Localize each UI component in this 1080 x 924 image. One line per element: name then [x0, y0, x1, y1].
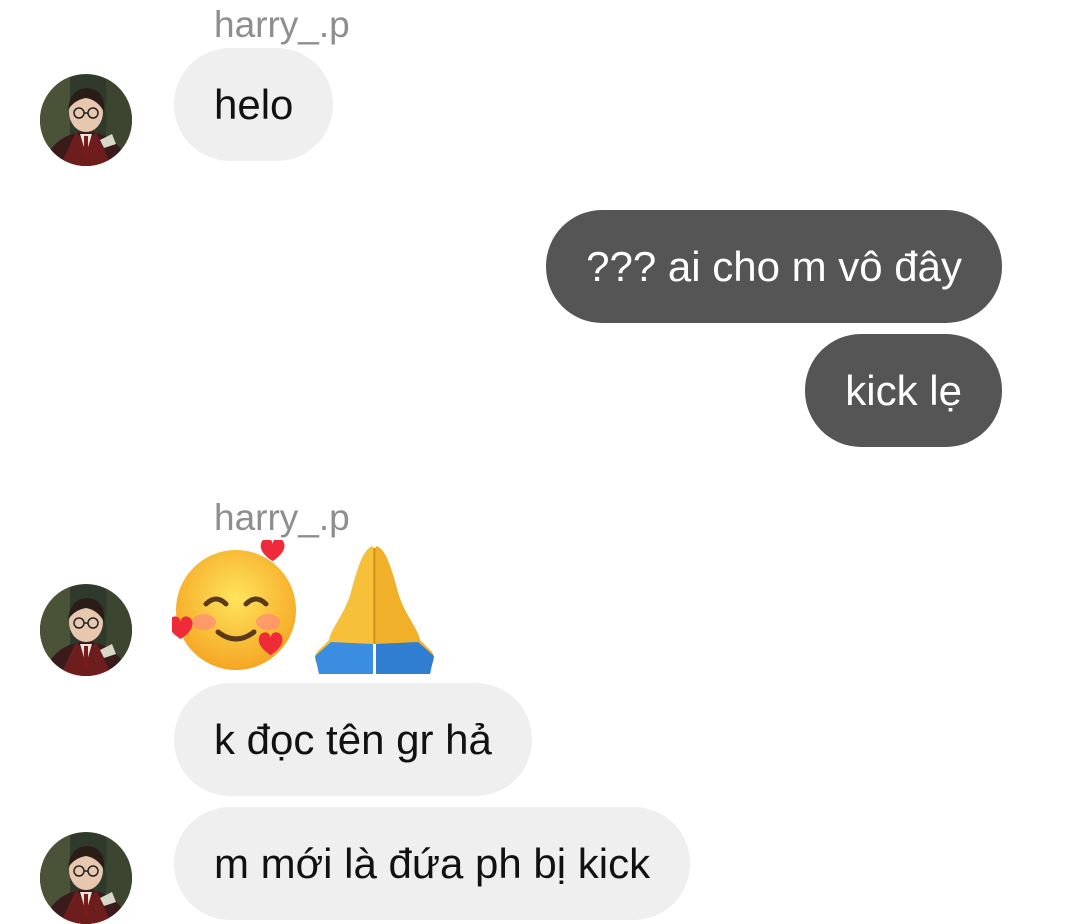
message-bubble-incoming[interactable]: m mới là đứa ph bị kick — [174, 807, 691, 920]
message-text: ??? ai cho m vô đây — [586, 242, 962, 290]
avatar[interactable] — [40, 584, 132, 676]
smiling-face-with-hearts-icon — [172, 540, 296, 670]
avatar[interactable] — [40, 74, 132, 166]
message-text: m mới là đứa ph bị kick — [214, 839, 651, 887]
avatar[interactable] — [40, 832, 132, 924]
sender-name: harry_.p — [214, 497, 350, 538]
message-bubble-outgoing[interactable]: ??? ai cho m vô đây — [546, 210, 1002, 323]
message-bubble-incoming[interactable]: k đọc tên gr hả — [174, 683, 532, 796]
message-bubble-outgoing[interactable]: kick lẹ — [805, 334, 1002, 447]
emoji-message[interactable] — [172, 540, 442, 675]
message-text: kick lẹ — [845, 366, 962, 414]
folded-hands-icon — [315, 546, 434, 674]
sender-name: harry_.p — [214, 4, 350, 45]
message-text: helo — [214, 80, 294, 128]
message-text: k đọc tên gr hả — [214, 715, 492, 763]
message-bubble-incoming[interactable]: helo — [174, 48, 334, 161]
